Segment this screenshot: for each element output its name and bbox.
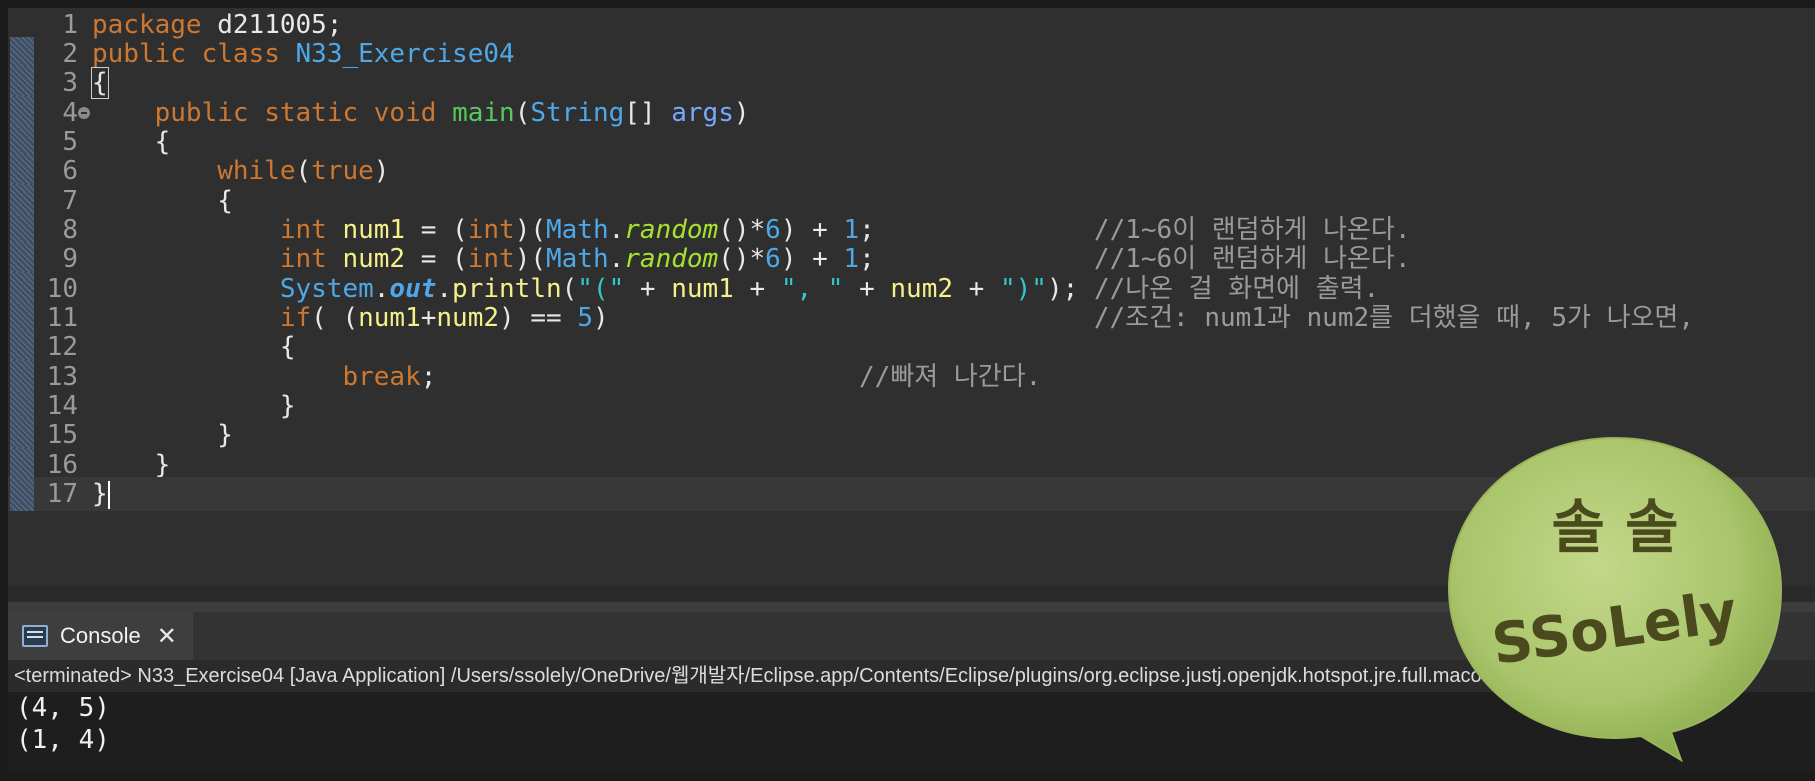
line-number: 15 <box>46 420 78 450</box>
console-output-line: (4, 5) <box>16 693 110 723</box>
code-comment: //조건: num1과 num2를 더했을 때, 5가 나오면, <box>1093 303 1694 333</box>
code-comment: //나온 걸 화면에 출력. <box>1093 274 1380 304</box>
line-number: 9 <box>62 244 78 274</box>
code-line[interactable]: 12 { <box>8 330 1815 364</box>
change-marker <box>10 154 34 188</box>
matched-brace: { <box>91 67 109 99</box>
console-output-line: (1, 4) <box>16 725 110 755</box>
line-number: 6 <box>62 156 78 186</box>
text-cursor <box>107 480 110 509</box>
console-icon <box>22 625 48 647</box>
change-marker <box>10 477 34 511</box>
code-text: { <box>91 66 109 100</box>
line-number: 12 <box>46 332 78 362</box>
code-comment: //1~6이 랜덤하게 나온다. <box>1093 244 1411 274</box>
code-comment: //빠져 나간다. <box>859 362 1042 392</box>
code-text: while(true) <box>217 156 390 186</box>
code-text: } <box>217 420 233 450</box>
close-icon[interactable]: ✕ <box>157 622 177 651</box>
code-text: int num2 = (int)(Math.random()*6) + 1; /… <box>279 244 1411 274</box>
sticker-korean-text: 솔 솔 <box>1552 493 1679 561</box>
change-marker <box>10 330 34 364</box>
code-text: { <box>279 332 296 362</box>
fold-collapse-icon[interactable] <box>78 107 90 119</box>
code-line[interactable]: 6 while(true) <box>8 154 1815 188</box>
code-comment: //1~6이 랜덤하게 나온다. <box>1093 215 1411 245</box>
code-line[interactable]: 9 int num2 = (int)(Math.random()*6) + 1;… <box>8 242 1815 276</box>
tab-console[interactable]: Console ✕ <box>8 612 193 660</box>
code-line[interactable]: 3 { <box>8 66 1815 100</box>
change-marker <box>10 242 34 276</box>
ssolely-watermark-sticker: 솔 솔 SSoLely <box>1447 436 1783 763</box>
console-tab-label: Console <box>60 623 141 648</box>
change-marker <box>10 418 34 452</box>
line-number: 17 <box>46 479 78 509</box>
change-marker <box>10 66 34 100</box>
code-text: } <box>92 479 110 509</box>
line-number: 3 <box>62 68 78 98</box>
